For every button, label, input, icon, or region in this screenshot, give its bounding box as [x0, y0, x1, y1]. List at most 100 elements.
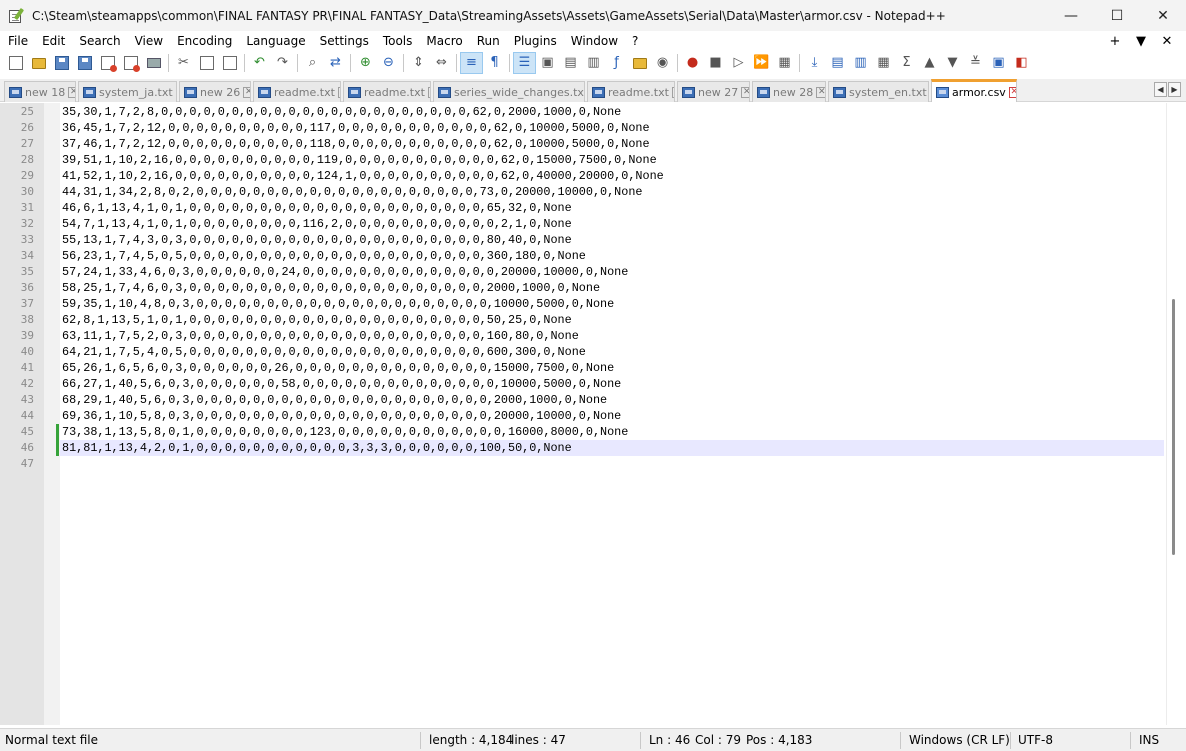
plugin-download-button[interactable]: ⤓	[803, 52, 826, 74]
code-line[interactable]: 35,30,1,7,2,8,0,0,0,0,0,0,0,0,0,0,0,0,0,…	[62, 104, 621, 120]
menu-edit[interactable]: Edit	[35, 31, 72, 51]
plugin-button-7[interactable]: ◧	[1010, 52, 1033, 74]
tab-new-28[interactable]: new 28 ✕	[752, 81, 826, 102]
tab-close-icon[interactable]: ✕	[68, 86, 75, 98]
maximize-button[interactable]: ☐	[1094, 0, 1140, 31]
plugin-button-2[interactable]: ▥	[849, 52, 872, 74]
move-down-button[interactable]: ▼	[941, 52, 964, 74]
close-document-icon[interactable]: ✕	[1154, 34, 1180, 49]
status-insert-mode[interactable]: INS	[1139, 729, 1159, 751]
vertical-scrollbar[interactable]	[1166, 103, 1186, 725]
code-line[interactable]: 46,6,1,13,4,1,0,1,0,0,0,0,0,0,0,0,0,0,0,…	[62, 200, 572, 216]
menu-search[interactable]: Search	[72, 31, 127, 51]
plugin-button-3[interactable]: ▦	[872, 52, 895, 74]
tab-readme-1[interactable]: readme.txt ✕	[253, 81, 341, 102]
folder-as-workspace-button[interactable]	[628, 52, 651, 74]
close-file-button[interactable]	[96, 52, 119, 74]
tab-close-icon[interactable]: ✕	[1008, 86, 1016, 98]
tab-system-en[interactable]: system_en.txt ✕	[828, 81, 929, 102]
tab-close-icon[interactable]: ✕	[671, 86, 674, 98]
code-line[interactable]: 44,31,1,34,2,8,0,2,0,0,0,0,0,0,0,0,0,0,0…	[62, 184, 643, 200]
tab-new-26[interactable]: new 26 ✕	[179, 81, 251, 102]
code-line-current[interactable]: 81,81,1,13,4,2,0,1,0,0,0,0,0,0,0,0,0,0,0…	[62, 440, 572, 456]
print-button[interactable]	[142, 52, 165, 74]
menu-view[interactable]: View	[128, 31, 170, 51]
menu-encoding[interactable]: Encoding	[170, 31, 239, 51]
menu-run[interactable]: Run	[470, 31, 507, 51]
move-up-button[interactable]: ▲	[918, 52, 941, 74]
plugin-button-1[interactable]: ▤	[826, 52, 849, 74]
code-line[interactable]: 56,23,1,7,4,5,0,5,0,0,0,0,0,0,0,0,0,0,0,…	[62, 248, 586, 264]
status-encoding[interactable]: UTF-8	[1018, 729, 1053, 751]
indent-guide-button[interactable]: ☰	[513, 52, 536, 74]
tab-list-dropdown-icon[interactable]: ▼	[1128, 34, 1154, 49]
show-all-characters-button[interactable]: ¶	[483, 52, 506, 74]
menu-plugins[interactable]: Plugins	[507, 31, 564, 51]
code-line[interactable]: 69,36,1,10,5,8,0,3,0,0,0,0,0,0,0,0,0,0,0…	[62, 408, 621, 424]
document-map-button[interactable]: ▤	[559, 52, 582, 74]
save-all-button[interactable]	[73, 52, 96, 74]
cut-button[interactable]: ✂	[172, 52, 195, 74]
tab-close-icon[interactable]: ✕	[741, 86, 749, 98]
sync-horizontal-button[interactable]: ⇔	[430, 52, 453, 74]
redo-button[interactable]: ↷	[271, 52, 294, 74]
macro-stop-button[interactable]: ■	[704, 52, 727, 74]
menu-tools[interactable]: Tools	[376, 31, 420, 51]
code-line[interactable]: 62,8,1,13,5,1,0,1,0,0,0,0,0,0,0,0,0,0,0,…	[62, 312, 572, 328]
document-list-button[interactable]: ▥	[582, 52, 605, 74]
tab-scroll-left-icon[interactable]: ◀	[1154, 82, 1167, 97]
code-line[interactable]: 39,51,1,10,2,16,0,0,0,0,0,0,0,0,0,0,119,…	[62, 152, 657, 168]
macro-save-button[interactable]: ▦	[773, 52, 796, 74]
tab-series-wide-changes[interactable]: series_wide_changes.txt ✕	[433, 81, 585, 102]
macro-play-button[interactable]: ▷	[727, 52, 750, 74]
tab-close-icon[interactable]: ✕	[243, 86, 250, 98]
monitoring-button[interactable]: ◉	[651, 52, 674, 74]
code-line[interactable]: 57,24,1,33,4,6,0,3,0,0,0,0,0,0,24,0,0,0,…	[62, 264, 628, 280]
tab-close-icon[interactable]: ✕	[816, 86, 825, 98]
new-tab-plus-icon[interactable]: +	[1102, 34, 1128, 49]
code-line[interactable]: 54,7,1,13,4,1,0,1,0,0,0,0,0,0,0,0,116,2,…	[62, 216, 572, 232]
tab-readme-2[interactable]: readme.txt ✕	[343, 81, 431, 102]
tab-close-icon[interactable]: ✕	[337, 86, 340, 98]
word-wrap-button[interactable]: ≡	[460, 52, 483, 74]
replace-button[interactable]: ⇄	[324, 52, 347, 74]
tab-scroll-right-icon[interactable]: ▶	[1168, 82, 1181, 97]
code-line[interactable]: 59,35,1,10,4,8,0,3,0,0,0,0,0,0,0,0,0,0,0…	[62, 296, 614, 312]
menu-help[interactable]: ?	[625, 31, 645, 51]
code-line[interactable]: 37,46,1,7,2,12,0,0,0,0,0,0,0,0,0,0,118,0…	[62, 136, 650, 152]
code-line[interactable]: 41,52,1,10,2,16,0,0,0,0,0,0,0,0,0,0,124,…	[62, 168, 664, 184]
status-eol-format[interactable]: Windows (CR LF)	[909, 729, 1010, 751]
plugin-button-4[interactable]: Σ	[895, 52, 918, 74]
tab-close-icon[interactable]: ✕	[427, 86, 430, 98]
code-line[interactable]: 73,38,1,13,5,8,0,1,0,0,0,0,0,0,0,0,123,0…	[62, 424, 628, 440]
tab-close-icon[interactable]: ✕	[175, 86, 176, 98]
plugin-button-5[interactable]: ≚	[964, 52, 987, 74]
minimize-button[interactable]: —	[1048, 0, 1094, 31]
plugin-button-6[interactable]: ▣	[987, 52, 1010, 74]
tab-system-ja[interactable]: system_ja.txt ✕	[78, 81, 177, 102]
save-button[interactable]	[50, 52, 73, 74]
code-line[interactable]: 66,27,1,40,5,6,0,3,0,0,0,0,0,0,58,0,0,0,…	[62, 376, 621, 392]
tab-readme-3[interactable]: readme.txt ✕	[587, 81, 675, 102]
code-line[interactable]: 58,25,1,7,4,6,0,3,0,0,0,0,0,0,0,0,0,0,0,…	[62, 280, 600, 296]
open-file-button[interactable]	[27, 52, 50, 74]
tab-armor-csv[interactable]: armor.csv ✕	[931, 79, 1017, 102]
find-button[interactable]: ⌕	[301, 52, 324, 74]
zoom-out-button[interactable]: ⊖	[377, 52, 400, 74]
user-defined-language-button[interactable]: ▣	[536, 52, 559, 74]
code-line[interactable]: 55,13,1,7,4,3,0,3,0,0,0,0,0,0,0,0,0,0,0,…	[62, 232, 572, 248]
code-line[interactable]: 65,26,1,6,5,6,0,3,0,0,0,0,0,0,26,0,0,0,0…	[62, 360, 614, 376]
close-all-button[interactable]	[119, 52, 142, 74]
code-area[interactable]: 35,30,1,7,2,8,0,0,0,0,0,0,0,0,0,0,0,0,0,…	[60, 103, 1166, 725]
undo-button[interactable]: ↶	[248, 52, 271, 74]
paste-button[interactable]	[218, 52, 241, 74]
new-file-button[interactable]	[4, 52, 27, 74]
close-button[interactable]: ✕	[1140, 0, 1186, 31]
tab-new-18[interactable]: new 18 ✕	[4, 81, 76, 102]
code-line[interactable]: 64,21,1,7,5,4,0,5,0,0,0,0,0,0,0,0,0,0,0,…	[62, 344, 586, 360]
menu-window[interactable]: Window	[564, 31, 625, 51]
zoom-in-button[interactable]: ⊕	[354, 52, 377, 74]
code-line[interactable]: 36,45,1,7,2,12,0,0,0,0,0,0,0,0,0,0,117,0…	[62, 120, 650, 136]
menu-macro[interactable]: Macro	[419, 31, 469, 51]
menu-file[interactable]: File	[0, 31, 35, 51]
